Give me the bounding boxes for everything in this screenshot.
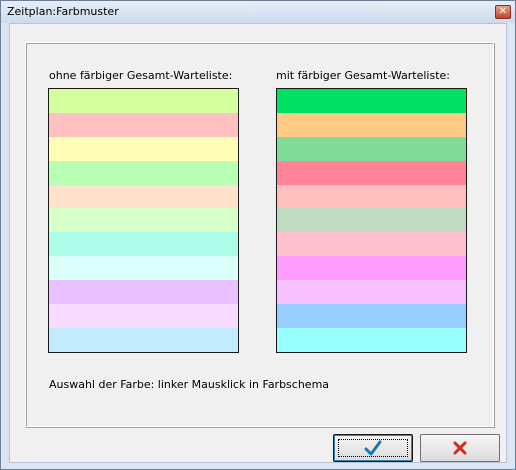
right-color-swatch[interactable] <box>277 256 466 281</box>
left-color-swatch[interactable] <box>49 112 238 137</box>
dialog-window: Zeitplan:Farbmuster ✕ ohne färbiger Gesa… <box>0 0 516 470</box>
left-color-swatch[interactable] <box>49 160 238 185</box>
left-color-swatch[interactable] <box>49 304 238 328</box>
x-icon <box>453 441 467 455</box>
ok-button[interactable] <box>333 434 413 462</box>
left-color-swatch[interactable] <box>49 327 238 352</box>
right-color-swatch[interactable] <box>277 184 466 209</box>
right-color-swatch[interactable] <box>277 280 466 305</box>
left-color-swatch[interactable] <box>49 208 238 233</box>
color-scheme-group: ohne färbiger Gesamt-Warteliste: mit fär… <box>25 42 494 427</box>
color-scheme-without-waitlist[interactable] <box>48 88 239 353</box>
left-color-swatch[interactable] <box>49 136 238 161</box>
left-color-swatch[interactable] <box>49 184 238 209</box>
right-color-swatch[interactable] <box>277 232 466 257</box>
right-color-swatch[interactable] <box>277 89 466 113</box>
left-panel-label: ohne färbiger Gesamt-Warteliste: <box>49 69 233 82</box>
color-scheme-with-waitlist[interactable] <box>276 88 467 353</box>
close-button[interactable]: ✕ <box>495 5 511 19</box>
right-color-swatch[interactable] <box>277 112 466 137</box>
checkmark-icon <box>364 440 382 456</box>
hint-text: Auswahl der Farbe: linker Mausklick in F… <box>49 378 330 391</box>
window-title: Zeitplan:Farbmuster <box>7 5 119 18</box>
left-color-swatch[interactable] <box>49 232 238 257</box>
right-color-swatch[interactable] <box>277 327 466 352</box>
right-panel-label: mit färbiger Gesamt-Warteliste: <box>276 69 450 82</box>
left-color-swatch[interactable] <box>49 280 238 305</box>
right-color-swatch[interactable] <box>277 304 466 328</box>
right-color-swatch[interactable] <box>277 136 466 161</box>
title-bar[interactable]: Zeitplan:Farbmuster ✕ <box>1 1 515 23</box>
left-color-swatch[interactable] <box>49 256 238 281</box>
right-color-swatch[interactable] <box>277 160 466 185</box>
close-icon: ✕ <box>498 6 508 17</box>
cancel-button[interactable] <box>420 434 500 462</box>
left-color-swatch[interactable] <box>49 89 238 113</box>
right-color-swatch[interactable] <box>277 208 466 233</box>
client-area: ohne färbiger Gesamt-Warteliste: mit fär… <box>9 23 507 463</box>
